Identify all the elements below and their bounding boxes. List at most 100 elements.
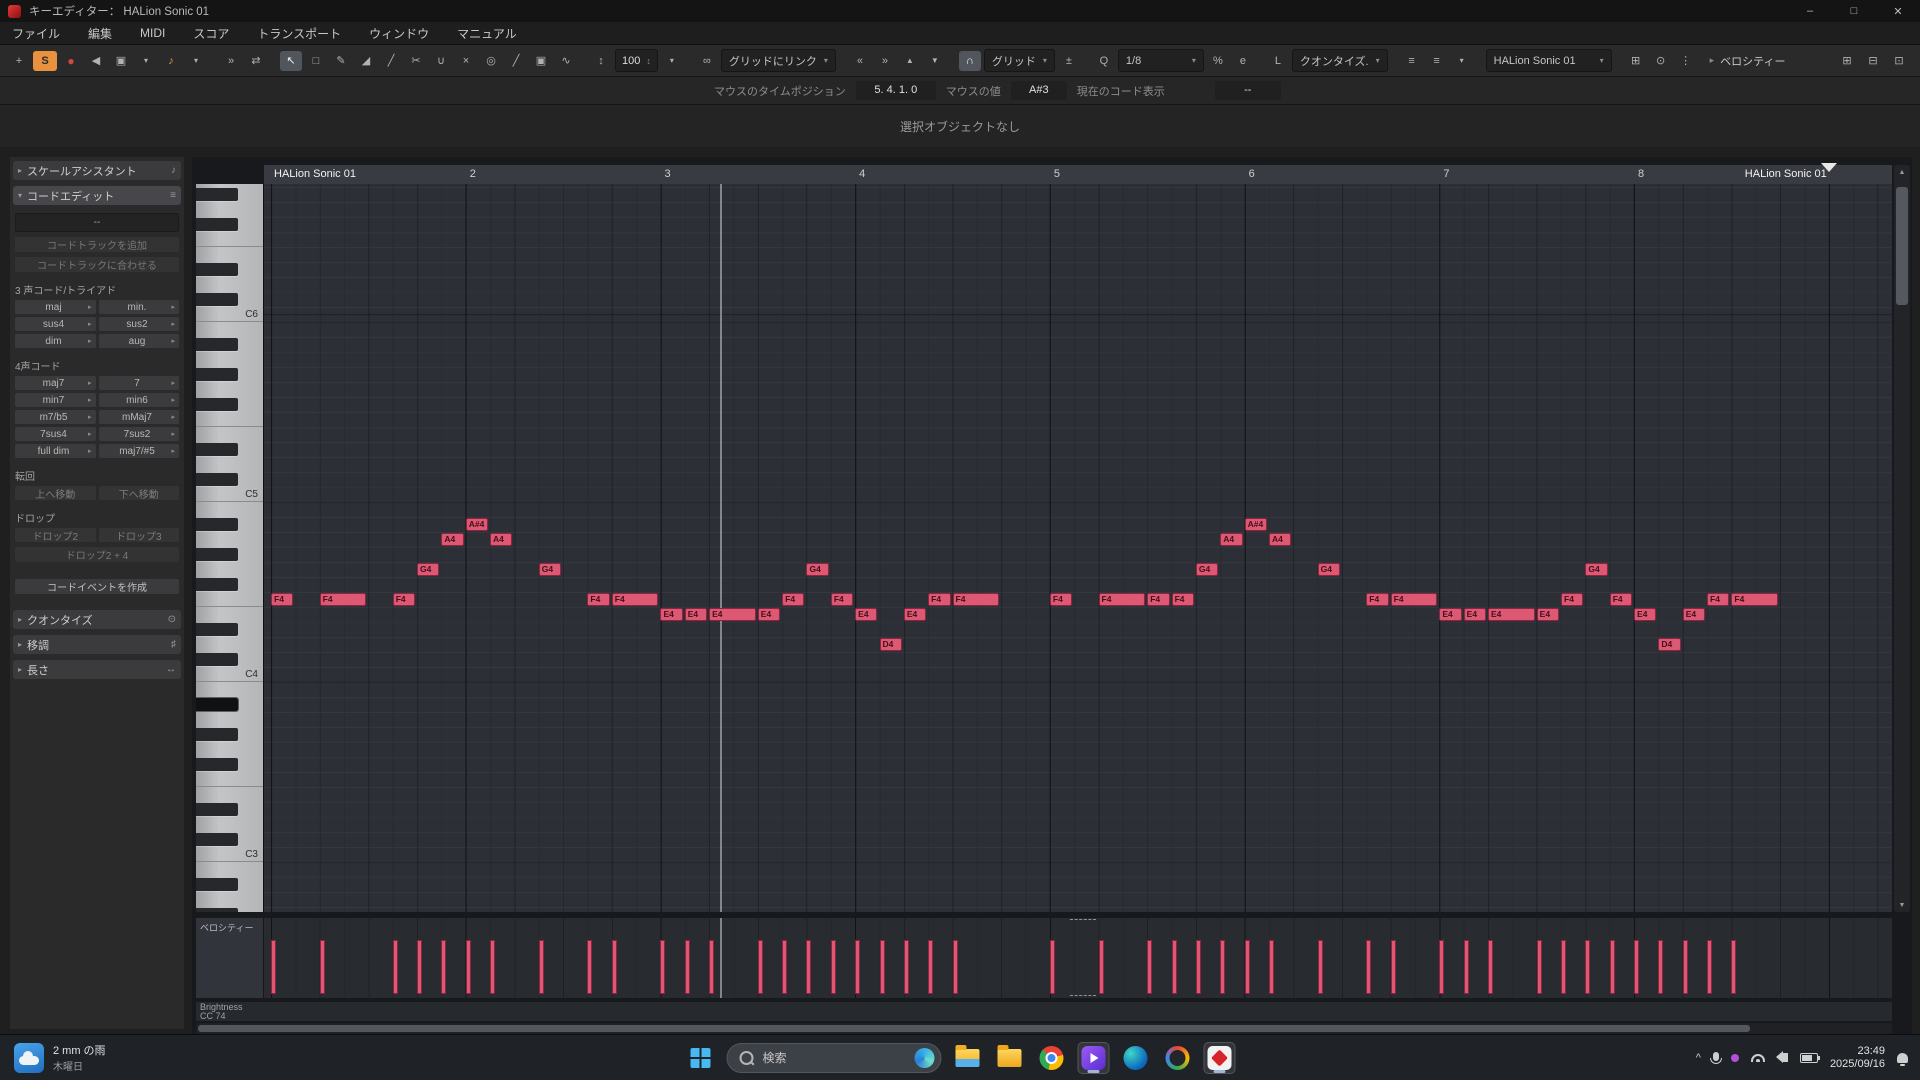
midi-note[interactable]: E4 <box>1464 608 1486 621</box>
velocity-bar[interactable] <box>1561 940 1566 994</box>
zoom-tool[interactable]: ◎ <box>480 51 502 71</box>
velocity-bar[interactable] <box>1537 940 1542 994</box>
lane-resize-handle[interactable] <box>1070 919 1096 920</box>
velocity-bar[interactable] <box>758 940 763 994</box>
chord-button[interactable]: 下へ移動 <box>99 486 180 500</box>
black-key[interactable] <box>196 908 238 912</box>
iterative-quantize-icon[interactable]: % <box>1207 51 1229 71</box>
vertical-scroll-thumb[interactable] <box>1896 187 1908 305</box>
midi-note[interactable]: F4 <box>1050 593 1072 606</box>
velocity-bar[interactable] <box>490 940 495 994</box>
velocity-bar[interactable] <box>320 940 325 994</box>
velocity-bar[interactable] <box>612 940 617 994</box>
velocity-bar[interactable] <box>660 940 665 994</box>
black-key[interactable] <box>196 758 238 771</box>
line-tool[interactable]: ╱ <box>505 51 527 71</box>
midi-note[interactable]: F4 <box>1610 593 1632 606</box>
spinner-icon[interactable]: ↕ <box>646 56 651 66</box>
chord-button[interactable]: sus2▸ <box>99 317 180 331</box>
velocity-bar[interactable] <box>880 940 885 994</box>
create-chord-event-button[interactable]: コードイベントを作成 <box>15 579 179 594</box>
chevron-down-icon[interactable]: ▾ <box>1451 51 1473 71</box>
midi-note[interactable]: D4 <box>880 638 902 651</box>
midi-note[interactable]: F4 <box>928 593 950 606</box>
midi-note[interactable]: G4 <box>417 563 439 576</box>
velocity-bar[interactable] <box>417 940 422 994</box>
match-chord-track-button[interactable]: コードトラックに合わせる <box>15 257 179 272</box>
black-key[interactable] <box>196 518 238 531</box>
vertical-scrollbar[interactable]: ▲ ▼ <box>1894 165 1910 912</box>
black-key[interactable] <box>196 833 238 846</box>
black-key[interactable] <box>196 293 238 306</box>
midi-note[interactable]: G4 <box>1318 563 1340 576</box>
velocity-bar[interactable] <box>1318 940 1323 994</box>
scroll-up-icon[interactable]: ▲ <box>1894 165 1910 179</box>
black-key[interactable] <box>196 548 238 561</box>
split-tool[interactable]: ✂ <box>405 51 427 71</box>
velocity-bar[interactable] <box>1707 940 1712 994</box>
weather-widget[interactable]: 2 mm の雨 木曜日 <box>14 1042 234 1073</box>
midi-note[interactable]: G4 <box>1585 563 1607 576</box>
midi-note[interactable]: A4 <box>1220 533 1242 546</box>
feedback-note-icon[interactable]: ♪ <box>160 51 182 71</box>
midi-note[interactable]: F4 <box>1099 593 1146 606</box>
midi-note[interactable]: E4 <box>685 608 707 621</box>
velocity-bar[interactable] <box>831 940 836 994</box>
midi-note[interactable]: D4 <box>1658 638 1680 651</box>
black-key[interactable] <box>196 398 238 411</box>
velocity-bar[interactable] <box>1634 940 1639 994</box>
midi-note[interactable]: F4 <box>1172 593 1194 606</box>
chord-button[interactable]: min6▸ <box>99 393 180 407</box>
add-chord-track-button[interactable]: コードトラックを追加 <box>15 237 179 252</box>
speaker-icon[interactable] <box>1783 1053 1788 1062</box>
maximize-button[interactable]: □ <box>1832 0 1876 22</box>
menu-item[interactable]: トランスポート <box>257 25 341 42</box>
midi-note[interactable]: E4 <box>1439 608 1461 621</box>
black-key[interactable] <box>196 338 238 351</box>
section-chord-edit[interactable]: ▾ コードエディット ≡ <box>13 186 181 205</box>
chevron-down-icon[interactable]: ▾ <box>135 51 157 71</box>
velocity-bar[interactable] <box>393 940 398 994</box>
hovered-key[interactable] <box>196 698 238 711</box>
black-key[interactable] <box>196 803 238 816</box>
taskbar-app-chrome[interactable] <box>1036 1042 1068 1074</box>
velocity-bar[interactable] <box>953 940 958 994</box>
midi-note[interactable]: E4 <box>1488 608 1535 621</box>
piano-keyboard[interactable]: C6C5C4C3 <box>196 184 264 912</box>
black-key[interactable] <box>196 368 238 381</box>
section-length[interactable]: ▸ 長さ ↔ <box>13 660 181 679</box>
comp-tool[interactable]: ▣ <box>530 51 552 71</box>
chord-button[interactable]: 7▸ <box>99 376 180 390</box>
midi-note[interactable]: E4 <box>758 608 780 621</box>
clock[interactable]: 23:49 2025/09/16 <box>1830 1045 1885 1071</box>
nudge-up-icon[interactable]: ▲ <box>899 51 921 71</box>
midi-note[interactable]: F4 <box>1366 593 1388 606</box>
velocity-bar[interactable] <box>587 940 592 994</box>
midi-note[interactable]: A4 <box>490 533 512 546</box>
chord-button[interactable]: mMaj7▸ <box>99 410 180 424</box>
velocity-bar[interactable] <box>1391 940 1396 994</box>
menu-item[interactable]: 編集 <box>88 25 112 42</box>
mute-tool[interactable]: × <box>455 51 477 71</box>
velocity-bar[interactable] <box>1731 940 1736 994</box>
menu-item[interactable]: ウィンドウ <box>369 25 429 42</box>
black-key[interactable] <box>196 623 238 636</box>
playhead-cursor[interactable] <box>720 184 722 912</box>
autoscroll-settings-button[interactable]: ⇄ <box>245 51 267 71</box>
grid-link-icon[interactable]: ∞ <box>696 51 718 71</box>
record-in-editor-button[interactable]: ● <box>60 51 82 71</box>
chevron-down-icon[interactable]: ▾ <box>185 51 207 71</box>
taskbar-app-folder[interactable] <box>994 1042 1026 1074</box>
time-ruler[interactable]: HALion Sonic 01 HALion Sonic 01 2345678 <box>264 165 1892 185</box>
chord-button[interactable]: 7sus4▸ <box>15 427 96 441</box>
autoscroll-button[interactable]: » <box>220 51 242 71</box>
midi-note[interactable]: A4 <box>441 533 463 546</box>
part-end-marker[interactable] <box>1821 163 1837 172</box>
menu-item[interactable]: MIDI <box>140 26 165 40</box>
midi-note[interactable]: E4 <box>1634 608 1656 621</box>
drop-2-4-button[interactable]: ドロップ2 + 4 <box>15 547 179 562</box>
velocity-bar[interactable] <box>1683 940 1688 994</box>
velocity-bar[interactable] <box>1464 940 1469 994</box>
part-editing-mode-icon[interactable]: ≡ <box>1401 51 1423 71</box>
velocity-bar[interactable] <box>806 940 811 994</box>
